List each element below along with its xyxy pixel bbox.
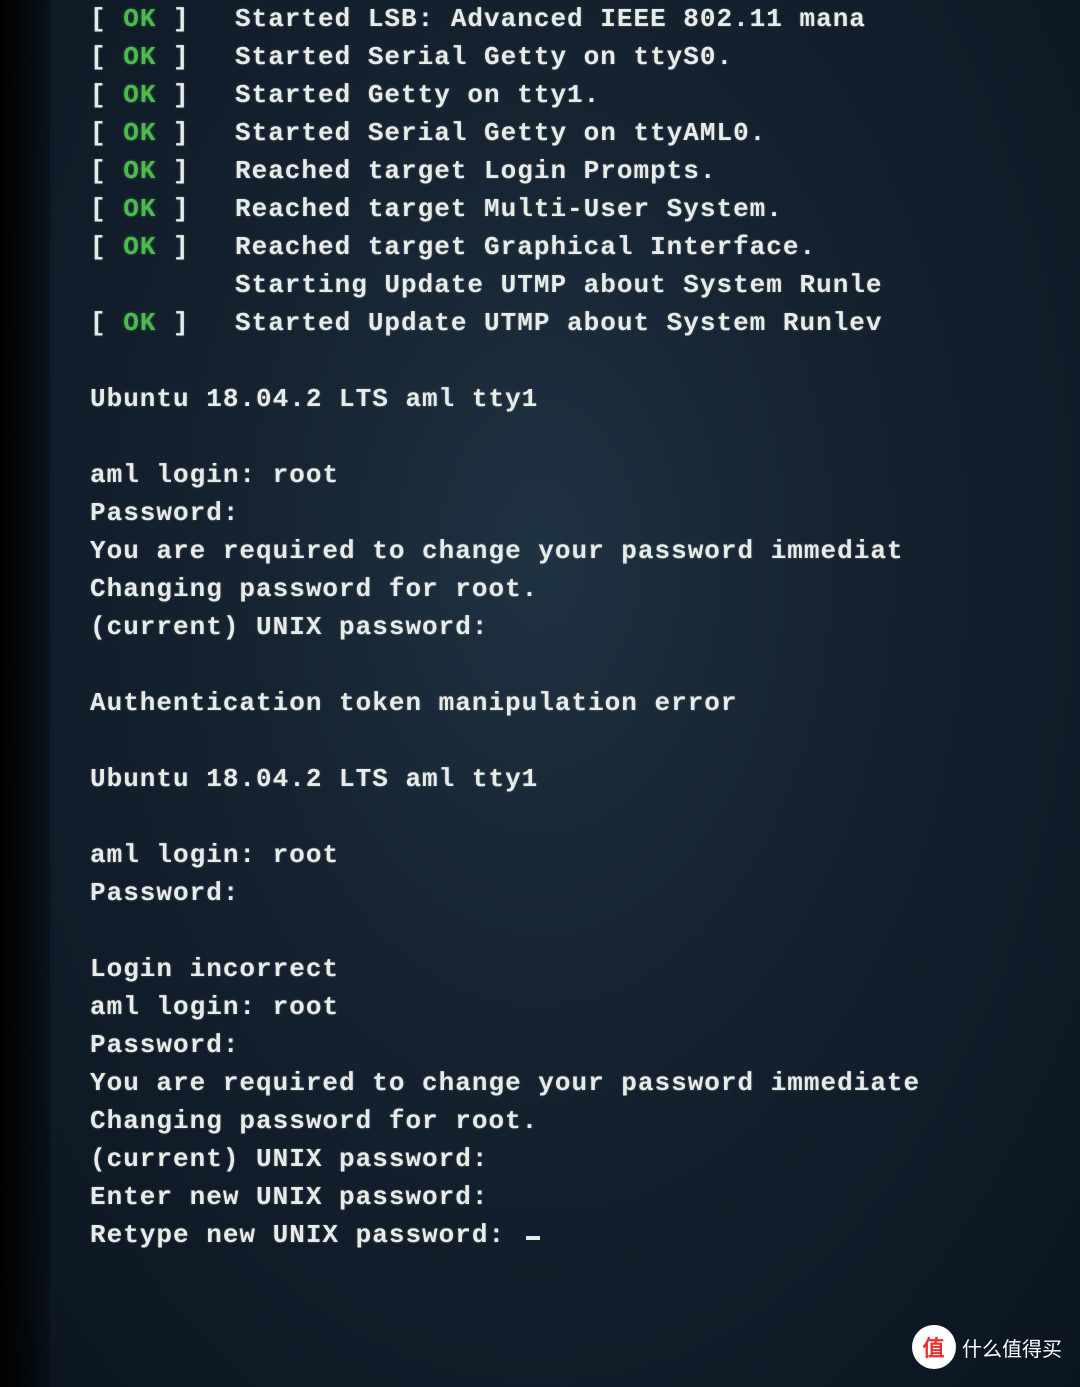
boot-line: [ OK ] Reached target Graphical Interfac… — [90, 228, 1080, 266]
status-ok: OK — [123, 308, 156, 338]
system-message: You are required to change your password… — [90, 1064, 1080, 1102]
status-ok: OK — [123, 194, 156, 224]
boot-message: Starting Update UTMP about System Runle — [235, 270, 883, 300]
boot-message: Started Serial Getty on ttyS0. — [235, 38, 733, 76]
system-message: Changing password for root. — [90, 570, 1080, 608]
status-ok: OK — [123, 80, 156, 110]
boot-message: Reached target Login Prompts. — [235, 152, 716, 190]
boot-line: [ OK ] Reached target Login Prompts. — [90, 152, 1080, 190]
blank-line — [90, 418, 1080, 456]
blank-line — [90, 722, 1080, 760]
password-prompt[interactable]: Password: — [90, 874, 1080, 912]
status-ok: OK — [123, 42, 156, 72]
error-message: Authentication token manipulation error — [90, 684, 1080, 722]
boot-line: Starting Update UTMP about System Runle — [90, 266, 1080, 304]
boot-line: [ OK ] Started LSB: Advanced IEEE 802.11… — [90, 0, 1080, 38]
login-prompt: aml login: — [90, 840, 273, 870]
error-message: Login incorrect — [90, 950, 1080, 988]
blank-line — [90, 798, 1080, 836]
boot-message: Started Getty on tty1. — [235, 76, 600, 114]
boot-message: Started Update UTMP about System Runlev — [235, 304, 883, 342]
login-line[interactable]: aml login: root — [90, 988, 1080, 1026]
status-ok: OK — [123, 156, 156, 186]
login-line[interactable]: aml login: root — [90, 836, 1080, 874]
boot-message: Started LSB: Advanced IEEE 802.11 mana — [235, 0, 866, 38]
os-banner: Ubuntu 18.04.2 LTS aml tty1 — [90, 760, 1080, 798]
cursor-icon — [526, 1236, 540, 1240]
password-prompt[interactable]: Enter new UNIX password: — [90, 1178, 1080, 1216]
boot-line: [ OK ] Started Serial Getty on ttyS0. — [90, 38, 1080, 76]
password-prompt[interactable]: Password: — [90, 1026, 1080, 1064]
watermark: 值 什么值得买 — [912, 1325, 1062, 1369]
login-line[interactable]: aml login: root — [90, 456, 1080, 494]
password-prompt[interactable]: (current) UNIX password: — [90, 1140, 1080, 1178]
password-prompt[interactable]: Retype new UNIX password: — [90, 1216, 1080, 1254]
os-banner: Ubuntu 18.04.2 LTS aml tty1 — [90, 380, 1080, 418]
boot-line: [ OK ] Started Serial Getty on ttyAML0. — [90, 114, 1080, 152]
password-prompt[interactable]: (current) UNIX password: — [90, 608, 1080, 646]
boot-message: Reached target Multi-User System. — [235, 190, 783, 228]
blank-line — [90, 342, 1080, 380]
login-prompt: aml login: — [90, 992, 273, 1022]
boot-message: Reached target Graphical Interface. — [235, 228, 816, 266]
system-message: You are required to change your password… — [90, 532, 1080, 570]
boot-line: [ OK ] Started Update UTMP about System … — [90, 304, 1080, 342]
watermark-logo-icon: 值 — [912, 1325, 956, 1369]
status-ok: OK — [123, 4, 156, 34]
username-input: root — [273, 992, 339, 1022]
blank-line — [90, 912, 1080, 950]
username-input: root — [273, 840, 339, 870]
boot-line: [ OK ] Reached target Multi-User System. — [90, 190, 1080, 228]
login-prompt: aml login: — [90, 460, 273, 490]
boot-message: Started Serial Getty on ttyAML0. — [235, 114, 766, 152]
password-prompt[interactable]: Password: — [90, 494, 1080, 532]
status-ok: OK — [123, 232, 156, 262]
boot-line: [ OK ] Started Getty on tty1. — [90, 76, 1080, 114]
terminal-screen: [ OK ] Started LSB: Advanced IEEE 802.11… — [0, 0, 1080, 1387]
status-ok: OK — [123, 118, 156, 148]
blank-line — [90, 646, 1080, 684]
watermark-text: 什么值得买 — [962, 1333, 1062, 1362]
system-message: Changing password for root. — [90, 1102, 1080, 1140]
username-input: root — [273, 460, 339, 490]
